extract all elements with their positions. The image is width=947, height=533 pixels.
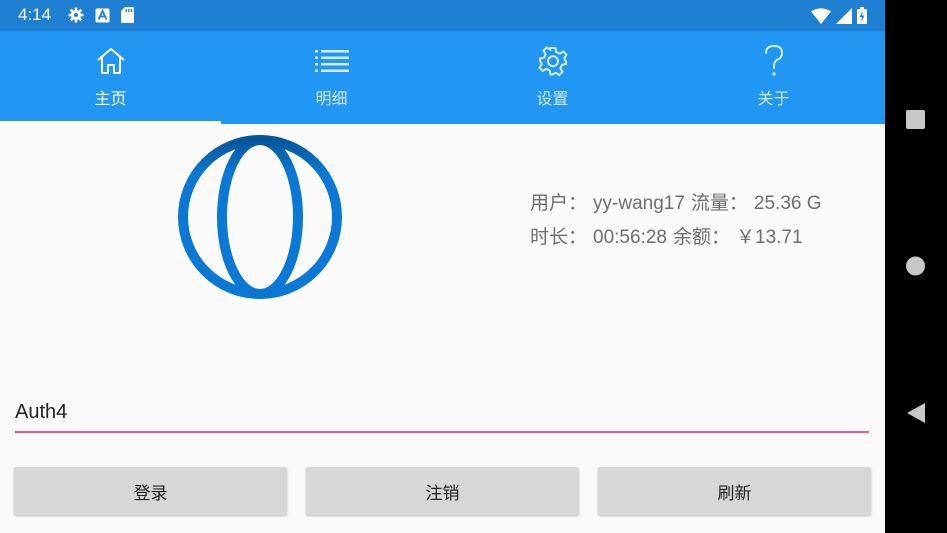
tab-label-details: 明细 (315, 89, 348, 108)
logout-button[interactable]: 注销 (306, 467, 579, 515)
signal-icon (836, 7, 852, 24)
home-icon (95, 45, 127, 77)
system-nav-bar (885, 0, 947, 533)
battery-charging-icon (857, 7, 867, 24)
tab-label-about: 关于 (757, 89, 790, 108)
traffic-label: 流量： (690, 193, 748, 214)
list-icon (314, 45, 349, 77)
tab-home[interactable]: 主页 (0, 31, 221, 124)
balance-label: 余额： (672, 227, 730, 248)
a-badge-icon (95, 8, 110, 22)
duration-label: 时长： (530, 227, 588, 248)
tab-label-settings: 设置 (536, 89, 569, 108)
status-bar: 4:14 (0, 0, 885, 31)
balance-value: ￥13.71 (736, 227, 803, 248)
traffic-value: 25.36 G (753, 193, 822, 214)
globe-icon (178, 135, 342, 299)
app-screen: 4:14 主页 明细 设置 关于 用户： yy-wang17 流量： 25.36… (0, 0, 885, 533)
tab-label-home: 主页 (94, 89, 127, 108)
home-nav-icon[interactable] (906, 256, 926, 276)
login-button[interactable]: 登录 (14, 467, 287, 515)
gear-icon (537, 45, 569, 77)
tab-settings[interactable]: 设置 (442, 31, 663, 124)
user-label: 用户： (530, 193, 588, 214)
recents-icon[interactable] (906, 110, 926, 130)
info-row-1: 用户： yy-wang17 流量： 25.36 G (530, 187, 828, 221)
back-icon[interactable] (906, 402, 926, 424)
tab-about[interactable]: 关于 (663, 31, 884, 124)
refresh-button[interactable]: 刷新 (598, 467, 871, 515)
auth-input[interactable] (15, 395, 869, 429)
tab-details[interactable]: 明细 (221, 31, 442, 124)
auth-input-container (15, 395, 869, 433)
tab-active-indicator (0, 121, 221, 124)
info-row-2: 时长： 00:56:28 余额： ￥13.71 (530, 221, 828, 255)
account-info: 用户： yy-wang17 流量： 25.36 G 时长： 00:56:28 余额： ￥13… (530, 187, 828, 255)
settings-icon (68, 7, 84, 23)
duration-value: 00:56:28 (593, 227, 667, 248)
tab-bar: 主页 明细 设置 关于 (0, 31, 885, 124)
sd-card-icon (121, 7, 134, 23)
question-icon (763, 44, 785, 77)
status-time: 4:14 (18, 5, 52, 24)
user-value: yy-wang17 (593, 193, 685, 214)
wifi-icon (811, 7, 831, 24)
